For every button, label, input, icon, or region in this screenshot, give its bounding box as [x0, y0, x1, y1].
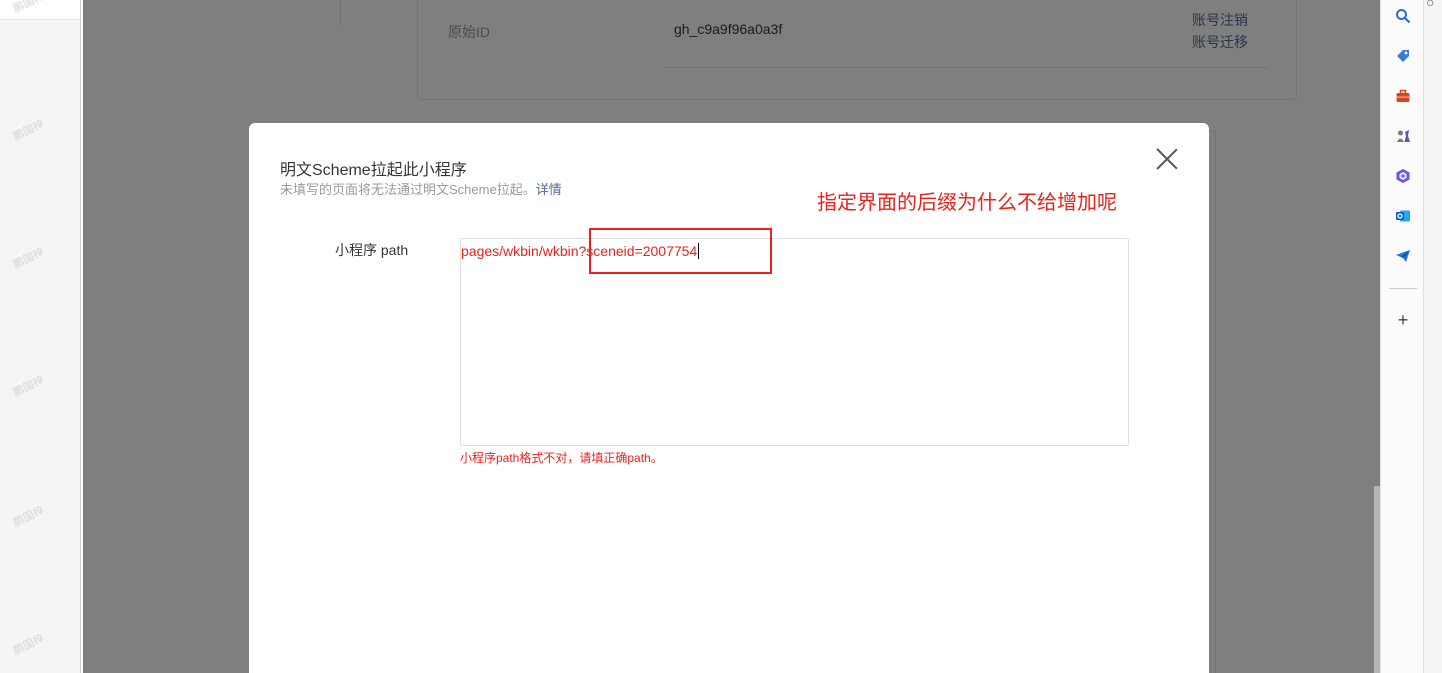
- window-edge: ○: [1424, 0, 1442, 673]
- dialog-subtitle: 未填写的页面将无法通过明文Scheme拉起。详情: [280, 179, 562, 198]
- annotation-note: 指定界面的后缀为什么不给增加呢: [817, 192, 1117, 214]
- watermark: 鹏国梓: [11, 504, 47, 530]
- annotation-highlight-box: [589, 228, 772, 274]
- outlook-icon[interactable]: [1393, 206, 1413, 226]
- profile-icon[interactable]: ○: [1426, 0, 1434, 10]
- close-icon[interactable]: [1155, 147, 1179, 171]
- left-gutter: 鹏国梓 鹏国梓 鹏国梓 鹏国梓 鹏国梓 鹏国梓: [0, 0, 80, 673]
- path-error-message: 小程序path格式不对，请填正确path。: [460, 451, 663, 465]
- dialog-subtitle-text: 未填写的页面将无法通过明文Scheme拉起。: [280, 182, 536, 197]
- divider: [1389, 288, 1417, 289]
- scheme-dialog: 明文Scheme拉起此小程序 未填写的页面将无法通过明文Scheme拉起。详情 …: [249, 123, 1209, 673]
- tag-icon[interactable]: [1393, 46, 1413, 66]
- toolbox-icon[interactable]: [1393, 86, 1413, 106]
- watermark: 鹏国梓: [11, 246, 47, 272]
- copilot-icon[interactable]: [1393, 166, 1413, 186]
- send-icon[interactable]: [1393, 246, 1413, 266]
- watermark: 鹏国梓: [11, 118, 47, 144]
- path-textarea[interactable]: pages/wkbin/wkbin?sceneid=2007754: [460, 238, 1129, 446]
- plus-icon[interactable]: +: [1393, 310, 1413, 330]
- watermark: 鹏国梓: [11, 632, 47, 658]
- search-icon[interactable]: [1393, 6, 1413, 26]
- details-link[interactable]: 详情: [536, 182, 562, 197]
- dialog-title: 明文Scheme拉起此小程序: [280, 162, 467, 179]
- browser-sidebar: +: [1380, 0, 1424, 673]
- watermark: 鹏国梓: [11, 374, 47, 400]
- path-field-label: 小程序 path: [335, 242, 409, 258]
- chess-icon[interactable]: [1393, 126, 1413, 146]
